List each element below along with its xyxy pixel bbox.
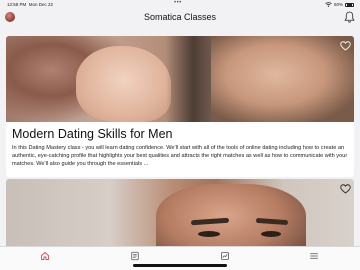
image-region-woman-face: [76, 46, 171, 122]
class-image: [6, 36, 354, 122]
class-feed[interactable]: Modern Dating Skills for Men In this Dat…: [6, 36, 354, 246]
status-bar: 12:58 PM Mon Dec 22 ••• 60%: [0, 0, 360, 9]
book-icon[interactable]: [130, 251, 140, 261]
class-card[interactable]: [6, 179, 354, 246]
chart-icon[interactable]: [220, 251, 230, 261]
class-card[interactable]: Modern Dating Skills for Men In this Dat…: [6, 36, 354, 177]
multitasking-dots-icon[interactable]: •••: [174, 0, 182, 6]
status-date-text: Mon Dec 22: [28, 2, 54, 7]
home-indicator[interactable]: [133, 264, 227, 267]
status-time-text: 12:58 PM: [7, 2, 27, 7]
status-time: 12:58 PM Mon Dec 22: [7, 2, 53, 7]
battery-icon: [345, 2, 354, 7]
class-image: [6, 179, 354, 246]
image-region-eye: [261, 231, 281, 237]
class-description: In this Dating Mastery class - you will …: [12, 145, 348, 167]
battery-percent: 60%: [333, 2, 343, 7]
image-region-eye: [198, 231, 220, 237]
bell-icon[interactable]: [344, 11, 355, 23]
page-title: Somatica Classes: [143, 12, 217, 22]
nav-bar: Somatica Classes: [0, 9, 360, 30]
favorite-heart-icon[interactable]: [340, 184, 351, 194]
home-icon[interactable]: [40, 251, 50, 261]
image-region-man-face: [211, 36, 354, 122]
image-region-face: [156, 184, 306, 246]
status-right: 60%: [325, 2, 354, 7]
favorite-heart-icon[interactable]: [340, 41, 351, 51]
menu-icon[interactable]: [309, 251, 319, 261]
class-title[interactable]: Modern Dating Skills for Men: [12, 127, 172, 141]
wifi-icon: [325, 2, 332, 7]
